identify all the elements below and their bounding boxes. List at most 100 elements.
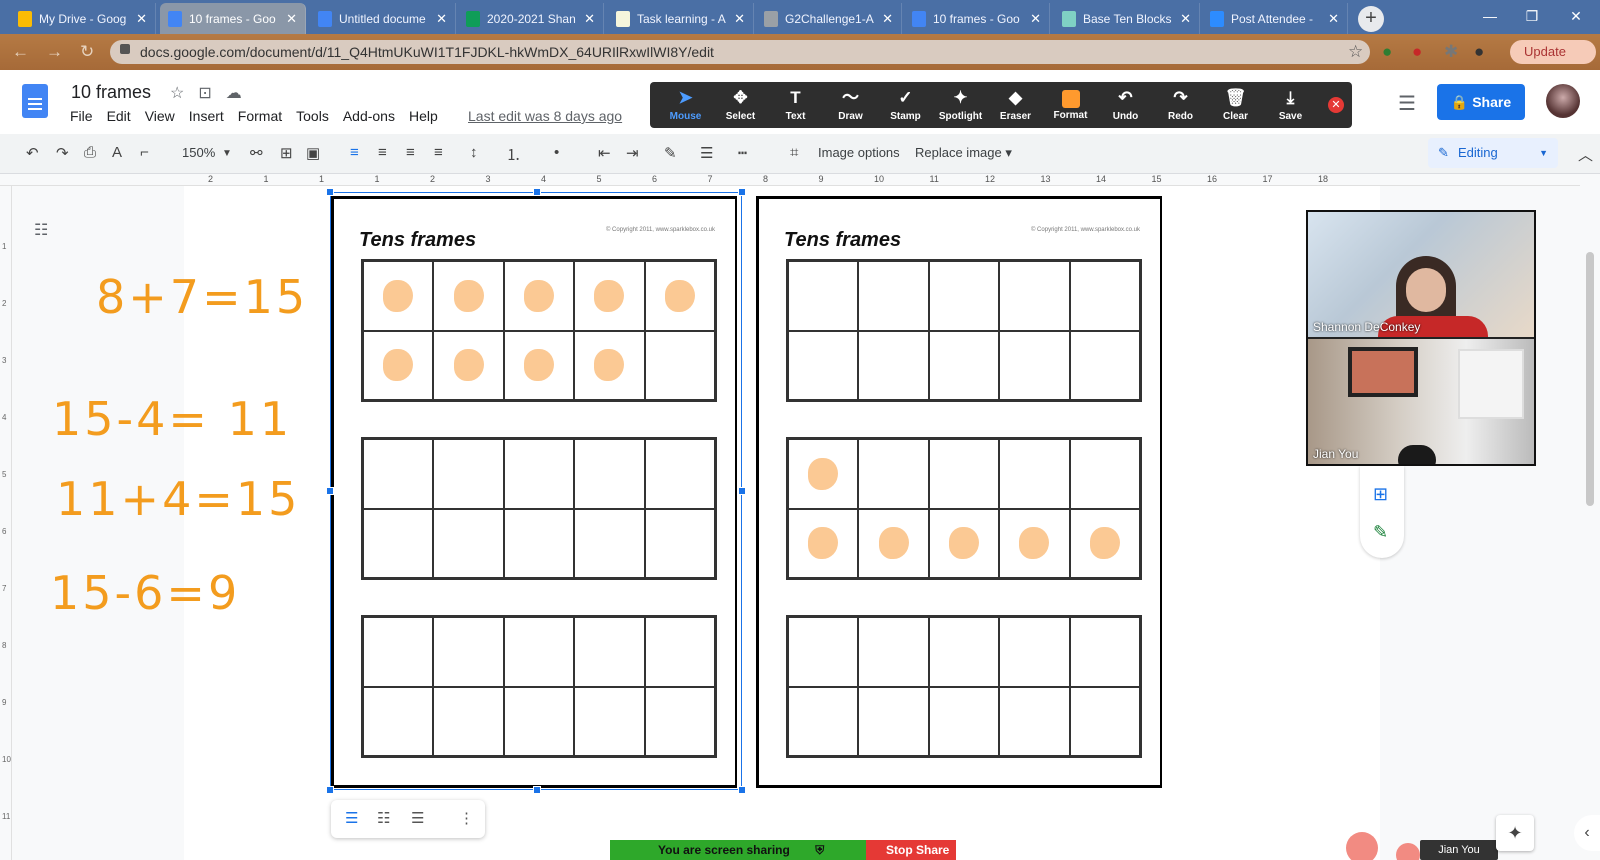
- annotate-redo-button[interactable]: ↷ Redo: [1153, 82, 1208, 128]
- sharing-status[interactable]: You are screen sharing ⛨: [610, 840, 866, 860]
- resize-handle[interactable]: [326, 487, 334, 495]
- browser-tab[interactable]: Task learning - A ✕: [608, 3, 754, 34]
- menu-item[interactable]: Insert: [189, 108, 224, 124]
- document-outline-icon[interactable]: ☷: [34, 220, 48, 240]
- browser-tab[interactable]: G2Challenge1-A ✕: [756, 3, 902, 34]
- insert-image-icon[interactable]: ▣: [306, 144, 320, 162]
- share-button[interactable]: 🔒 Share: [1437, 84, 1525, 120]
- close-tab-icon[interactable]: ✕: [1030, 11, 1041, 27]
- tens-frames-worksheet[interactable]: Tens frames © Copyright 2011, www.sparkle…: [756, 196, 1162, 788]
- replace-image-button[interactable]: Replace image ▾: [915, 145, 1012, 161]
- avatar[interactable]: [1546, 84, 1580, 118]
- resize-handle[interactable]: [533, 188, 541, 196]
- resize-handle[interactable]: [533, 786, 541, 794]
- update-button[interactable]: Update: [1510, 40, 1596, 64]
- move-folder-icon[interactable]: ⊡: [198, 83, 211, 103]
- annotate-eraser-button[interactable]: ◆ Eraser: [988, 82, 1043, 128]
- paint-format-icon[interactable]: ⌐: [140, 144, 149, 161]
- comments-icon[interactable]: ☰: [1398, 91, 1416, 116]
- explore-icon[interactable]: ✦: [1496, 815, 1534, 851]
- increase-indent-icon[interactable]: ⇥: [626, 144, 639, 162]
- close-tab-icon[interactable]: ✕: [882, 11, 893, 27]
- spellcheck-icon[interactable]: A: [112, 144, 122, 161]
- annotate-format-button[interactable]: Format: [1043, 82, 1098, 128]
- numbered-list-icon[interactable]: ⒈: [506, 144, 521, 165]
- crop-icon[interactable]: ⌗: [790, 144, 798, 161]
- tens-frames-worksheet[interactable]: Tens frames © Copyright 2011, www.sparkle…: [331, 196, 737, 788]
- print-icon[interactable]: ⎙: [84, 144, 96, 161]
- collapse-toolbar-icon[interactable]: ︿: [1578, 144, 1593, 165]
- border-color-icon[interactable]: ✎: [664, 144, 677, 162]
- browser-tab[interactable]: 2020-2021 Shan ✕: [458, 3, 604, 34]
- participant-video[interactable]: Jian You: [1308, 339, 1534, 464]
- menu-item[interactable]: Tools: [296, 108, 329, 124]
- url-field[interactable]: docs.google.com/document/d/11_Q4HtmUKuWI…: [110, 40, 1370, 64]
- annotate-select-button[interactable]: ✥ Select: [713, 82, 768, 128]
- close-annotation-icon[interactable]: ✕: [1328, 97, 1344, 113]
- stop-share-button[interactable]: Stop Share: [866, 840, 956, 860]
- zoom-select[interactable]: 150%: [182, 145, 215, 160]
- cloud-saved-icon[interactable]: ☁: [226, 83, 242, 103]
- menu-item[interactable]: Format: [238, 108, 282, 124]
- undo-icon[interactable]: ↶: [26, 144, 39, 162]
- decrease-indent-icon[interactable]: ⇤: [598, 144, 611, 162]
- add-comment-icon[interactable]: ⊞: [1373, 484, 1388, 505]
- browser-tab[interactable]: My Drive - Goog ✕: [10, 3, 156, 34]
- annotate-clear-button[interactable]: 🗑 Clear: [1208, 82, 1263, 128]
- annotate-save-button[interactable]: ⤓ Save: [1263, 82, 1318, 128]
- border-dash-icon[interactable]: ┅: [738, 144, 747, 162]
- last-edit-link[interactable]: Last edit was 8 days ago: [468, 108, 622, 124]
- chevron-down-icon[interactable]: ▼: [222, 148, 232, 159]
- extension-icon[interactable]: ●: [1382, 42, 1392, 62]
- extension-icon[interactable]: ●: [1412, 42, 1422, 62]
- document-title[interactable]: 10 frames: [71, 82, 151, 103]
- vertical-ruler[interactable]: 1 2 3 4 5 6 7 8 9 10 11: [0, 186, 12, 860]
- annotate-undo-button[interactable]: ↶ Undo: [1098, 82, 1153, 128]
- resize-handle[interactable]: [738, 487, 746, 495]
- browser-tab[interactable]: 10 frames - Goo ✕: [904, 3, 1050, 34]
- line-spacing-icon[interactable]: ↕: [470, 144, 478, 161]
- bulleted-list-icon[interactable]: •: [554, 144, 559, 161]
- wrap-inline-icon[interactable]: ☰: [345, 809, 358, 827]
- align-right-icon[interactable]: ≡: [406, 144, 415, 161]
- scrollbar[interactable]: [1586, 252, 1594, 506]
- menu-item[interactable]: Help: [409, 108, 438, 124]
- browser-tab[interactable]: 10 frames - Goo ✕: [160, 3, 306, 34]
- annotate-stamp-button[interactable]: ✓ Stamp: [878, 82, 933, 128]
- resize-handle[interactable]: [738, 786, 746, 794]
- close-tab-icon[interactable]: ✕: [734, 11, 745, 27]
- add-comment-icon[interactable]: ⊞: [280, 144, 293, 162]
- participant-video[interactable]: Shannon DeConkey: [1308, 212, 1534, 337]
- profile-avatar-icon[interactable]: ●: [1474, 42, 1484, 62]
- annotate-draw-button[interactable]: 〜 Draw: [823, 82, 878, 128]
- forward-icon[interactable]: →: [46, 42, 63, 62]
- annotate-mouse-button[interactable]: ➤ Mouse: [658, 82, 713, 128]
- video-gallery[interactable]: Shannon DeConkey Jian You: [1306, 210, 1536, 466]
- reload-icon[interactable]: ↻: [80, 42, 94, 62]
- close-window-icon[interactable]: ✕: [1556, 4, 1596, 30]
- close-tab-icon[interactable]: ✕: [1328, 11, 1339, 27]
- back-icon[interactable]: ←: [12, 42, 29, 62]
- image-options-button[interactable]: Image options: [818, 145, 900, 160]
- align-center-icon[interactable]: ≡: [378, 144, 387, 161]
- close-tab-icon[interactable]: ✕: [286, 11, 297, 27]
- close-tab-icon[interactable]: ✕: [584, 11, 595, 27]
- docs-logo-icon[interactable]: [22, 84, 48, 118]
- wrap-text-icon[interactable]: ☷: [377, 809, 390, 827]
- side-panel-toggle-icon[interactable]: ‹: [1574, 815, 1600, 851]
- extensions-puzzle-icon[interactable]: ✱: [1444, 42, 1458, 62]
- menu-item[interactable]: View: [145, 108, 175, 124]
- break-text-icon[interactable]: ☰: [411, 809, 424, 827]
- resize-handle[interactable]: [326, 188, 334, 196]
- more-options-icon[interactable]: ⋮: [459, 809, 474, 827]
- browser-tab[interactable]: Base Ten Blocks ✕: [1054, 3, 1200, 34]
- border-weight-icon[interactable]: ☰: [700, 144, 713, 162]
- bookmark-star-icon[interactable]: ☆: [1348, 42, 1363, 62]
- justify-icon[interactable]: ≡: [434, 144, 443, 161]
- redo-icon[interactable]: ↷: [56, 144, 69, 162]
- star-icon[interactable]: ☆: [170, 83, 184, 103]
- suggest-edits-icon[interactable]: ✎: [1373, 522, 1388, 543]
- restore-icon[interactable]: ❐: [1512, 4, 1552, 30]
- browser-tab[interactable]: Untitled docume ✕: [310, 3, 456, 34]
- browser-tab[interactable]: Post Attendee - ✕: [1202, 3, 1348, 34]
